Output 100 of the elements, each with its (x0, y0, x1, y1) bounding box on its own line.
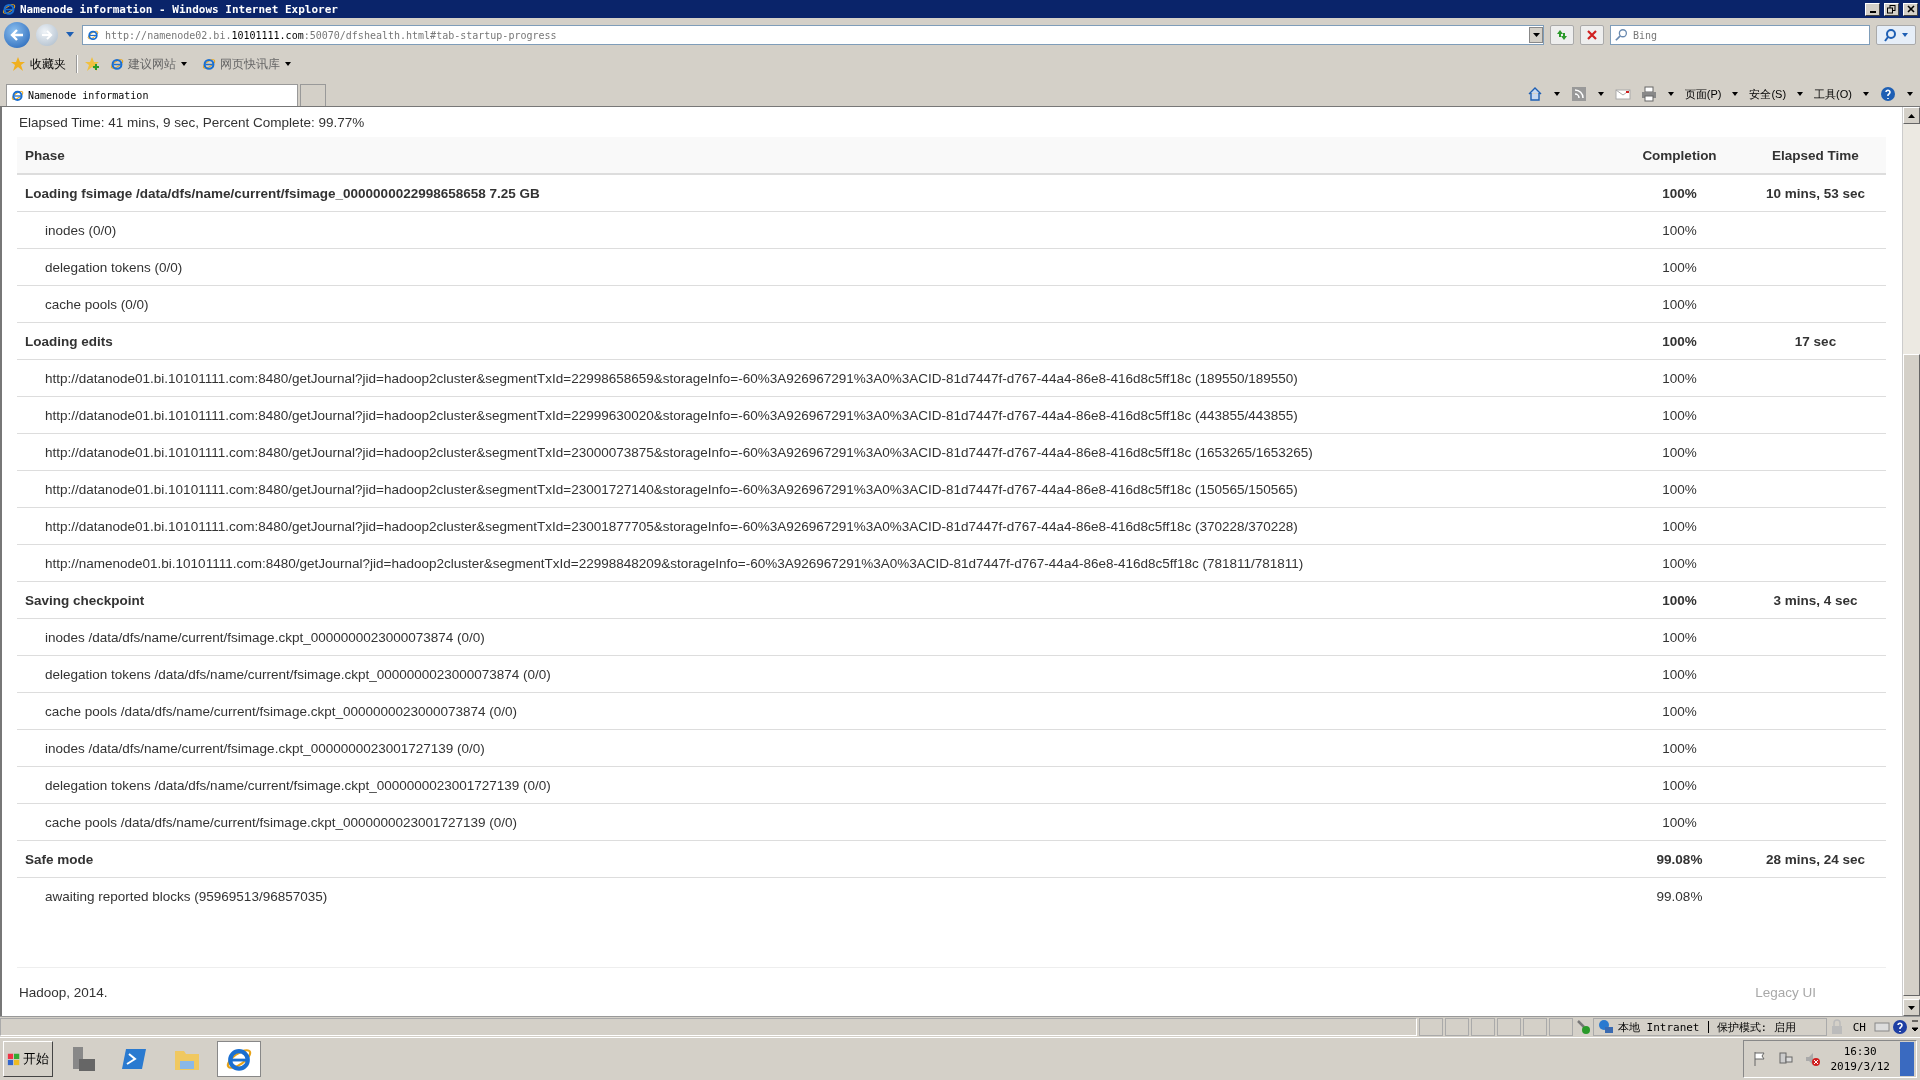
completion-cell: 100% (1614, 655, 1745, 693)
restore-icon (1887, 4, 1896, 14)
scroll-up-button[interactable] (1903, 107, 1920, 124)
close-button[interactable] (1903, 2, 1918, 16)
completion-cell: 100% (1614, 470, 1745, 508)
step-cell: http://namenode01.bi.10101111.com:8480/getJournal?jid=hadoop2cluster&segmentTxId=22998848209&storageInfo=-60%3A926967291%3A0%3ACID-81d7447f-d767-44a4-86e8-416d8c5ff18c (781811/781811) (17, 544, 1614, 582)
status-pane (1470, 1018, 1495, 1036)
command-menu[interactable]: 页面(P) (1684, 86, 1722, 102)
caret-icon (1906, 90, 1914, 98)
caret-icon (66, 32, 74, 38)
column-header: Elapsed Time (1745, 137, 1886, 174)
favorites-link[interactable]: 网页快讯库 (198, 55, 296, 73)
completion-cell: 100% (1614, 507, 1745, 545)
favorites-link[interactable]: 建议网站 (106, 55, 192, 73)
start-button[interactable]: 开始 (3, 1041, 53, 1077)
step-cell: http://datanode01.bi.10101111.com:8480/getJournal?jid=hadoop2cluster&segmentTxId=23001727140&storageInfo=-60%3A926967291%3A0%3ACID-81d7447f-d767-44a4-86e8-416d8c5ff18c (150565/150565) (17, 470, 1614, 508)
step-cell: http://datanode01.bi.10101111.com:8480/getJournal?jid=hadoop2cluster&segmentTxId=22998658659&storageInfo=-60%3A926967291%3A0%3ACID-81d7447f-d767-44a4-86e8-416d8c5ff18c (189550/189550) (17, 359, 1614, 397)
mail-icon (1614, 86, 1631, 102)
caret-icon (1532, 32, 1540, 38)
phase-cell: Loading fsimage /data/dfs/name/current/fsimage_0000000022998658658 7.25 GB (17, 174, 1614, 212)
completion-cell: 100% (1614, 581, 1745, 619)
star-icon (10, 56, 26, 72)
step-cell: http://datanode01.bi.10101111.com:8480/getJournal?jid=hadoop2cluster&segmentTxId=23001877705&storageInfo=-60%3A926967291%3A0%3ACID-81d7447f-d767-44a4-86e8-416d8c5ff18c (370228/370228) (17, 507, 1614, 545)
command-menu[interactable]: 工具(O) (1814, 86, 1852, 102)
stop-icon (1586, 29, 1598, 41)
clock-date: 2019/3/12 (1830, 1060, 1890, 1073)
completion-cell: 100% (1614, 618, 1745, 656)
back-arrow-icon (10, 29, 24, 41)
scroll-down-button[interactable] (1903, 999, 1920, 1016)
status-pane (1548, 1018, 1573, 1036)
copyright-text: Hadoop, 2014. (19, 984, 108, 1000)
zone-text: 本地 Intranet (1617, 1019, 1700, 1035)
caret-icon (1796, 90, 1805, 98)
browser-e-icon (2, 2, 16, 16)
internet-explorer-button[interactable] (217, 1041, 261, 1077)
completion-cell: 100% (1614, 211, 1745, 249)
phase-cell: Loading edits (17, 322, 1614, 360)
command-menu[interactable]: 安全(S) (1749, 86, 1787, 102)
scrollbar-thumb[interactable] (1903, 354, 1920, 996)
completion-cell: 99.08% (1614, 840, 1745, 878)
completion-cell: 99.08% (1614, 877, 1745, 914)
completion-cell: 100% (1614, 544, 1745, 582)
caret-icon (1596, 90, 1605, 98)
elapsed-cell: 17 sec (1745, 322, 1886, 360)
protected-mode-text: 保护模式: 启用 (1716, 1019, 1796, 1035)
step-cell: http://datanode01.bi.10101111.com:8480/getJournal?jid=hadoop2cluster&segmentTxId=22999630020&storageInfo=-60%3A926967291%3A0%3ACID-81d7447f-d767-44a4-86e8-416d8c5ff18c (443855/443855) (17, 396, 1614, 434)
minimize-button[interactable] (1865, 2, 1880, 16)
completion-cell: 100% (1614, 803, 1745, 841)
column-header: Completion (1614, 137, 1745, 174)
step-cell: http://datanode01.bi.10101111.com:8480/getJournal?jid=hadoop2cluster&segmentTxId=23000073875&storageInfo=-60%3A926967291%3A0%3ACID-81d7447f-d767-44a4-86e8-416d8c5ff18c (1653265/1653265) (17, 433, 1614, 471)
phase-cell: Safe mode (17, 840, 1614, 878)
elapsed-cell: 3 mins, 4 sec (1745, 581, 1886, 619)
feed-icon (1570, 86, 1587, 102)
completion-cell: 100% (1614, 433, 1745, 471)
clock-time: 16:30 (1843, 1045, 1877, 1058)
step-cell: inodes (0/0) (17, 211, 1614, 249)
add-favorite-icon (84, 56, 100, 72)
browser-tab[interactable]: Namenode information (6, 84, 298, 106)
close-icon (1906, 5, 1915, 13)
security-zone[interactable]: 本地 Intranet 保护模式: 启用 (1592, 1018, 1827, 1036)
search-icon (1615, 28, 1629, 42)
restore-button[interactable] (1884, 2, 1899, 16)
column-header: Phase (17, 137, 1614, 174)
search-icon (1883, 28, 1909, 42)
refresh-button[interactable] (1550, 25, 1574, 45)
browser-e-icon (11, 89, 24, 102)
address-field[interactable]: http://namenode02.bi.10101111.com:50070/dfshealth.html#tab-startup-progress (82, 25, 1544, 45)
step-cell: delegation tokens /data/dfs/name/current/fsimage.ckpt_0000000023001727139 (0/0) (17, 766, 1614, 804)
search-field[interactable]: Bing (1610, 25, 1870, 45)
language-indicator[interactable]: CH (1846, 1020, 1872, 1034)
step-cell: inodes /data/dfs/name/current/fsimage.ckpt_0000000023000073874 (0/0) (17, 618, 1614, 656)
completion-cell: 100% (1614, 692, 1745, 730)
elapsed-cell: 10 mins, 53 sec (1745, 174, 1886, 212)
caret-icon (1862, 90, 1870, 98)
wrench-check-icon (1574, 1019, 1591, 1035)
completion-cell: 100% (1614, 729, 1745, 767)
step-cell: delegation tokens /data/dfs/name/current/fsimage.ckpt_0000000023000073874 (0/0) (17, 655, 1614, 693)
stop-button[interactable] (1580, 25, 1604, 45)
search-button[interactable] (1876, 25, 1916, 45)
status-pane (1496, 1018, 1521, 1036)
help-icon (1892, 1019, 1908, 1035)
browser-e-icon (110, 57, 124, 71)
caret-icon (1552, 90, 1561, 98)
completion-cell: 100% (1614, 285, 1745, 323)
dropdown-button[interactable] (1529, 27, 1543, 43)
phase-cell: Saving checkpoint (17, 581, 1614, 619)
back-button[interactable] (4, 22, 30, 48)
step-cell: cache pools (0/0) (17, 285, 1614, 323)
status-pane (1444, 1018, 1469, 1036)
caret-icon (180, 60, 188, 68)
keyboard-icon (1874, 1019, 1890, 1035)
globe-network-icon (1597, 1019, 1614, 1035)
printer-icon (1640, 86, 1657, 102)
favorites-button[interactable]: 收藏夹 (6, 55, 70, 73)
completion-cell: 100% (1614, 766, 1745, 804)
caret-icon (1666, 90, 1675, 98)
window-title: Namenode information - Windows Internet Explorer (20, 2, 339, 16)
windows-flag-icon (7, 1052, 21, 1066)
completion-cell: 100% (1614, 322, 1745, 360)
down-arrow-icon (1908, 1005, 1915, 1010)
